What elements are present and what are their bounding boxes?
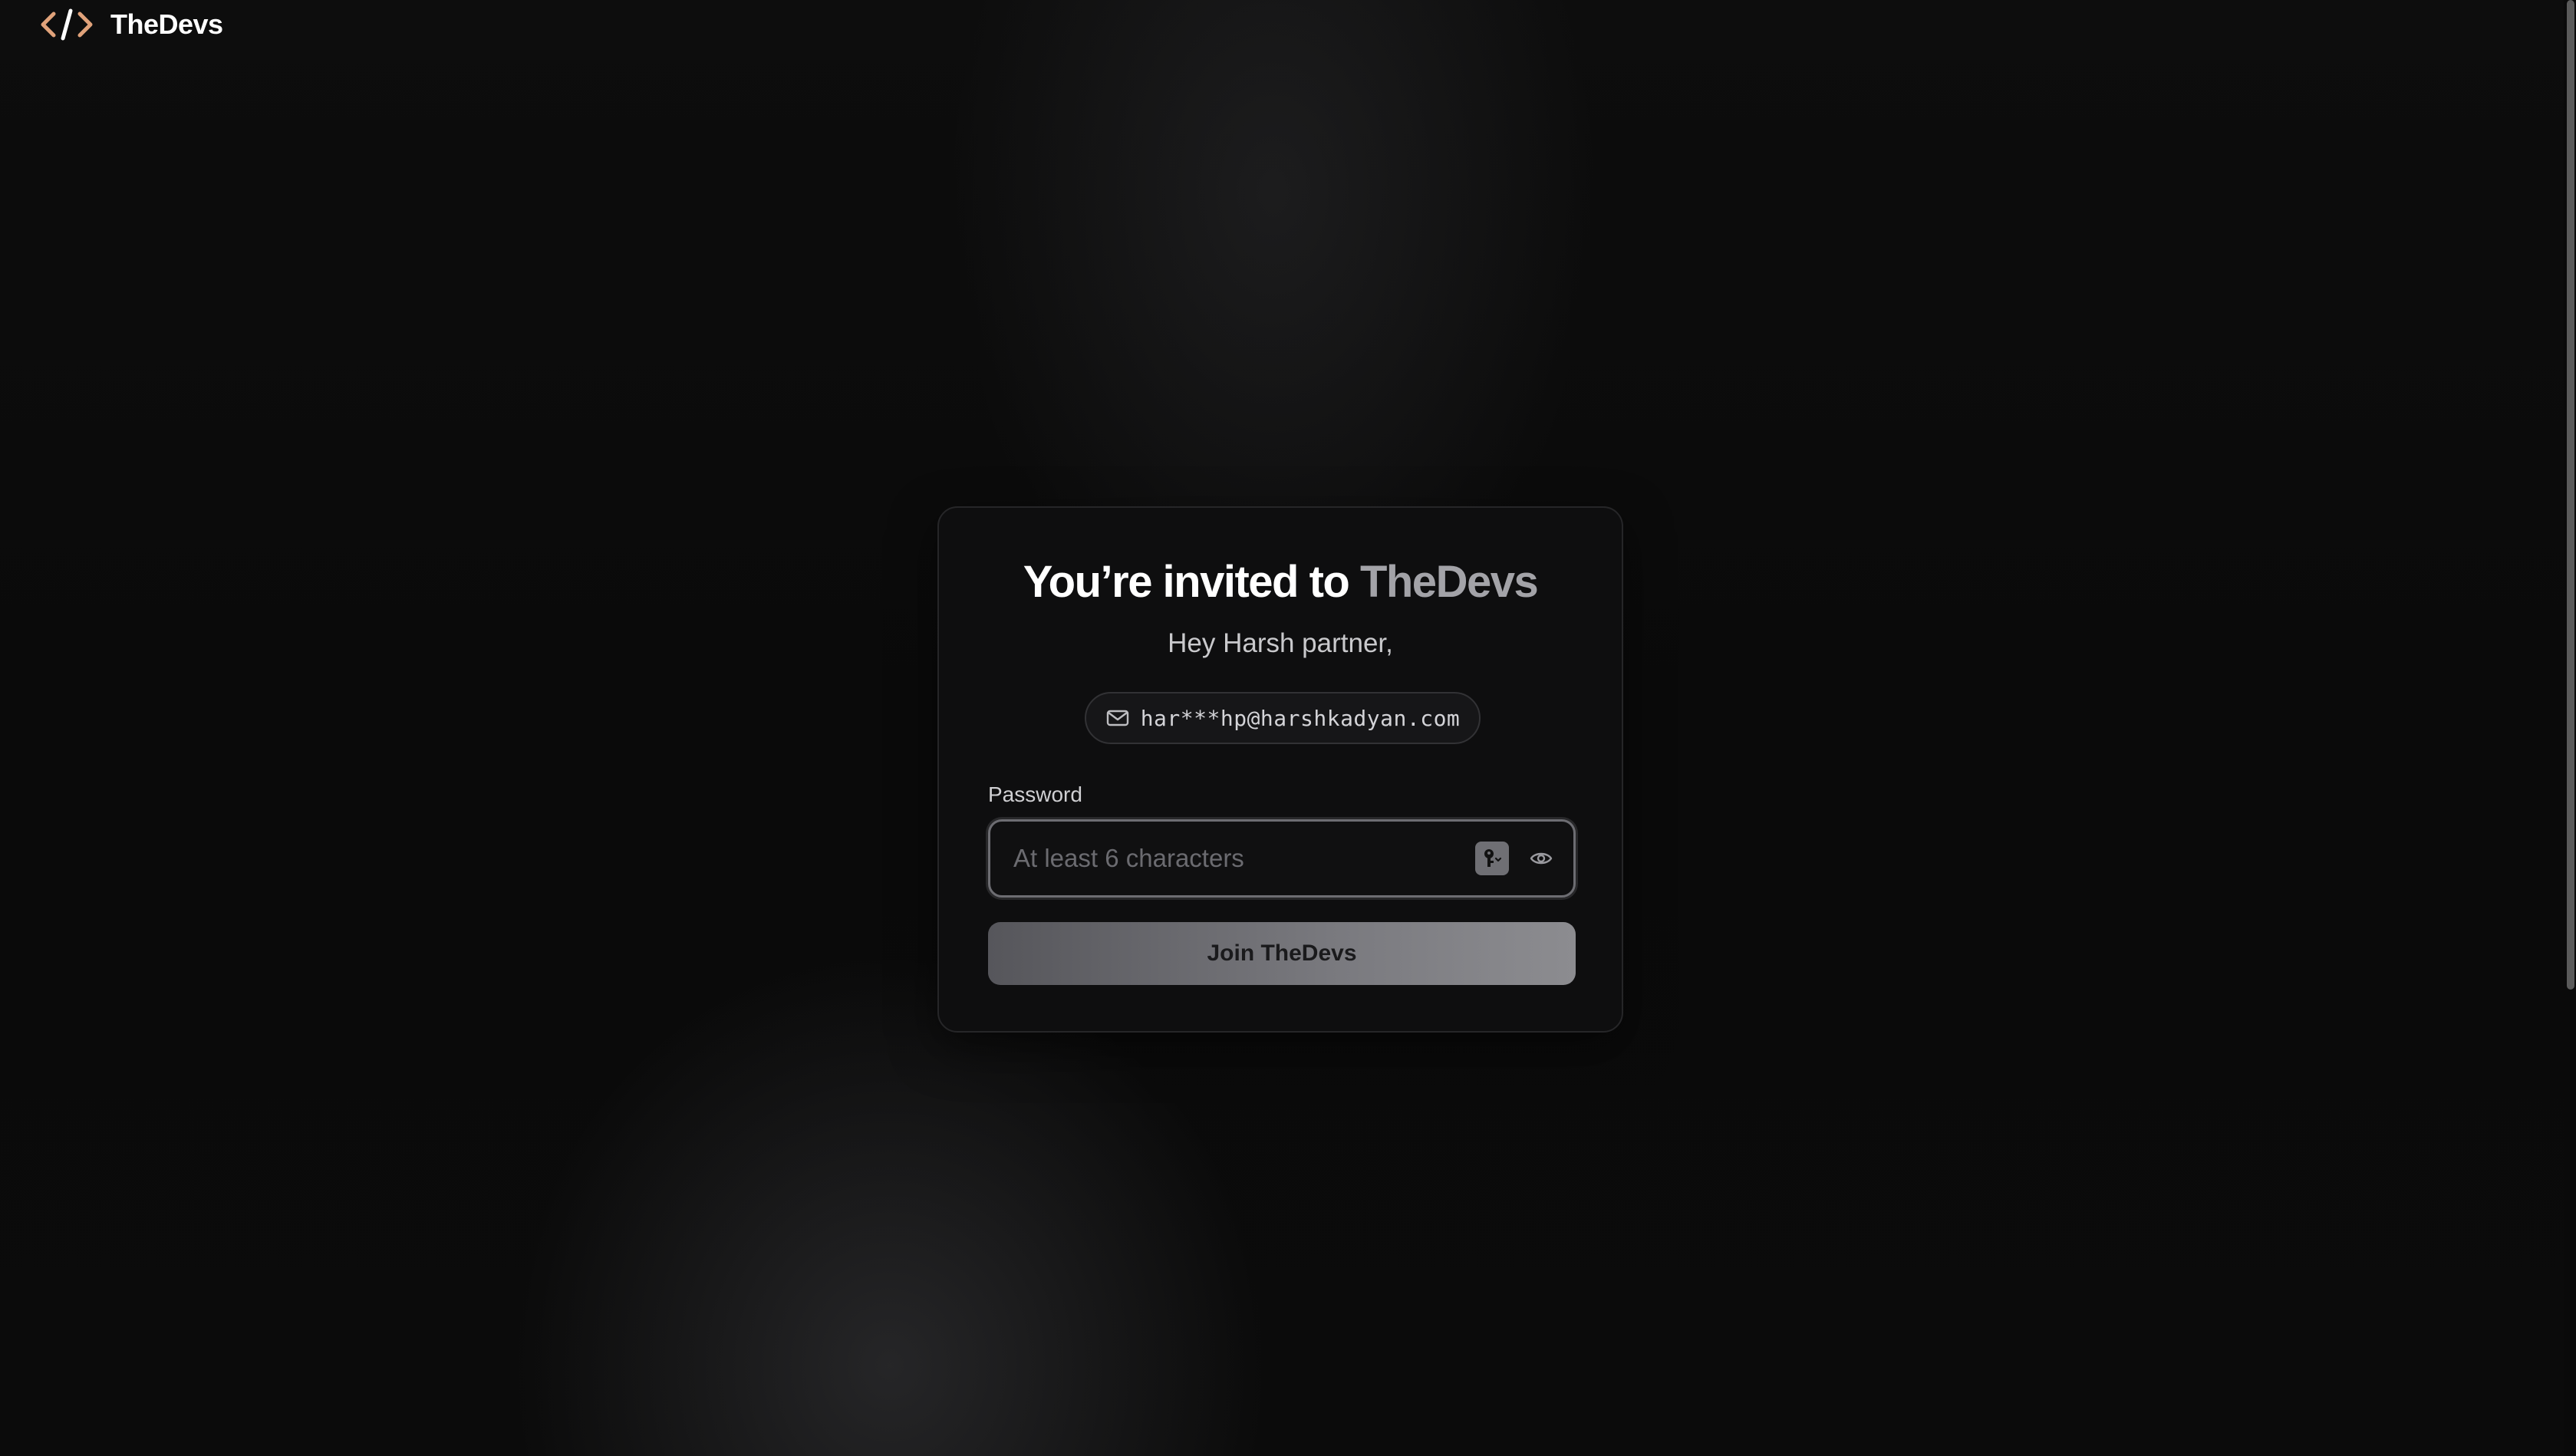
greeting: Hey Harsh partner, xyxy=(1168,628,1393,658)
password-manager-key-icon[interactable] xyxy=(1475,842,1509,875)
email-pill: har***hp@harshkadyan.com xyxy=(1085,692,1481,744)
eye-icon[interactable] xyxy=(1526,843,1556,874)
page-title: You’re invited to TheDevs xyxy=(939,555,1622,609)
page: TheDevs You’re invited to TheDevs Hey Ha… xyxy=(0,0,2576,1456)
scrollbar-thumb[interactable] xyxy=(2567,0,2574,990)
title-prefix: You’re invited to xyxy=(1023,557,1360,607)
brand-name: TheDevs xyxy=(110,8,223,40)
scrollbar[interactable] xyxy=(2564,0,2576,1456)
code-brackets-icon xyxy=(41,8,93,41)
title-accent: TheDevs xyxy=(1359,557,1539,607)
email-address: har***hp@harshkadyan.com xyxy=(1140,705,1461,731)
password-input[interactable] xyxy=(990,821,1475,896)
password-field xyxy=(988,819,1576,898)
join-button[interactable]: Join TheDevs xyxy=(988,922,1576,985)
invite-card: You’re invited to TheDevs Hey Harsh part… xyxy=(937,506,1623,1033)
brand[interactable]: TheDevs xyxy=(40,6,223,43)
mail-icon xyxy=(1106,710,1128,726)
password-label: Password xyxy=(988,782,1082,806)
